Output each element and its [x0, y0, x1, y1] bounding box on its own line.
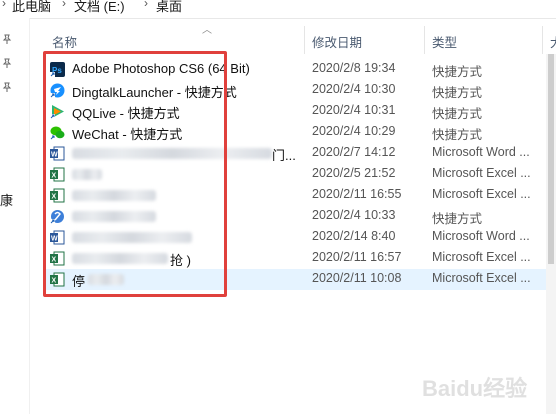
file-type: Microsoft Word ...: [432, 229, 530, 243]
file-date: 2020/2/4 10:29: [312, 124, 396, 138]
file-date: 2020/2/11 16:55: [312, 187, 402, 201]
watermark-text: Baidu经验: [422, 376, 527, 401]
breadcrumb-separator: ›: [62, 0, 66, 10]
column-divider[interactable]: [542, 26, 543, 54]
highlight-annotation-box: [43, 51, 227, 297]
file-type: Microsoft Excel ...: [432, 250, 531, 264]
file-type: Microsoft Excel ...: [432, 166, 531, 180]
file-date: 2020/2/11 16:57: [312, 250, 402, 264]
breadcrumb-item-drive-e[interactable]: 文档 (E:): [74, 0, 125, 15]
column-header: ︿ 名称 修改日期 类型 大: [30, 25, 556, 54]
column-header-name[interactable]: 名称: [52, 32, 77, 51]
pin-icon[interactable]: [2, 58, 12, 68]
file-type: 快捷方式: [432, 65, 483, 79]
file-date: 2020/2/4 10:31: [312, 103, 396, 117]
breadcrumb-separator: ›: [144, 0, 148, 10]
file-type: 快捷方式: [432, 107, 483, 121]
column-header-date[interactable]: 修改日期: [312, 32, 362, 51]
file-type: Microsoft Word ...: [432, 145, 530, 159]
file-type: Microsoft Excel ...: [432, 271, 531, 285]
breadcrumb-item-desktop[interactable]: 桌面: [156, 0, 182, 15]
file-date: 2020/2/4 10:30: [312, 82, 396, 96]
file-date: 2020/2/7 14:12: [312, 145, 396, 159]
file-name-tail: 门...: [272, 148, 296, 163]
sort-up-icon: ︿: [202, 25, 212, 36]
breadcrumb-separator: ›: [2, 0, 6, 10]
column-header-type[interactable]: 类型: [432, 32, 457, 51]
breadcrumb: › 此电脑 › 文档 (E:) › 桌面: [0, 0, 556, 19]
breadcrumb-item-this-pc[interactable]: 此电脑: [12, 0, 51, 15]
column-divider[interactable]: [424, 26, 425, 54]
file-date: 2020/2/8 19:34: [312, 61, 396, 75]
pin-icon[interactable]: [2, 82, 12, 92]
file-date: 2020/2/11 10:08: [312, 271, 402, 285]
file-date: 2020/2/4 10:33: [312, 208, 396, 222]
vertical-scrollbar[interactable]: [546, 54, 556, 414]
file-date: 2020/2/14 8:40: [312, 229, 396, 243]
file-type: 快捷方式: [432, 128, 483, 142]
navigation-pane[interactable]: 康: [0, 18, 30, 414]
file-type: Microsoft Excel ...: [432, 187, 531, 201]
nav-item-fragment[interactable]: 康: [0, 190, 13, 209]
file-type: 快捷方式: [432, 212, 483, 226]
column-header-size[interactable]: 大: [550, 32, 556, 51]
file-date: 2020/2/5 21:52: [312, 166, 396, 180]
file-type: 快捷方式: [432, 86, 483, 100]
column-divider[interactable]: [304, 26, 305, 54]
baidu-watermark-logo: Baidu经验: [422, 376, 527, 401]
pin-icon[interactable]: [2, 34, 12, 44]
scrollbar-thumb[interactable]: [548, 54, 554, 264]
